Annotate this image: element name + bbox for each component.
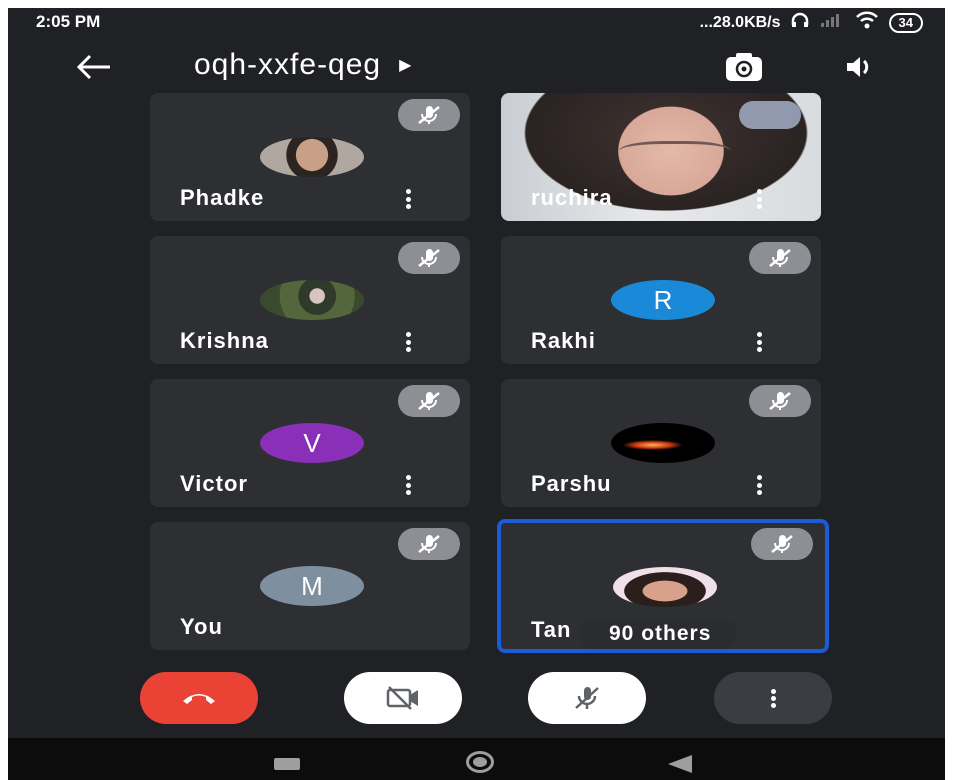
more-options-button[interactable] — [714, 672, 832, 724]
avatar-photo — [260, 280, 364, 320]
mic-off-icon — [575, 687, 599, 709]
participant-name: Krishna — [180, 328, 269, 353]
signal-icon — [819, 13, 845, 32]
participant-name: Tan — [531, 617, 572, 642]
participant-tile-ruchira[interactable]: ruchira — [501, 93, 821, 221]
wifi-icon — [855, 11, 879, 34]
headphone-icon — [791, 12, 809, 33]
network-speed: ...28.0KB/s — [699, 13, 781, 31]
avatar-photo — [611, 423, 715, 463]
mic-off-icon — [398, 242, 460, 274]
recents-icon[interactable] — [274, 758, 300, 770]
more-vert-icon[interactable] — [406, 475, 412, 495]
mic-off-icon — [749, 242, 811, 274]
status-time: 2:05 PM — [36, 12, 101, 31]
participant-name: Parshu — [531, 471, 612, 496]
mic-off-icon — [398, 528, 460, 560]
nav-back-icon[interactable] — [668, 755, 692, 773]
avatar-initial: V — [260, 423, 364, 463]
participant-tile-parshu[interactable]: Parshu — [501, 379, 821, 507]
system-nav-bar — [8, 738, 945, 780]
microphone-toggle-button[interactable] — [528, 672, 646, 724]
status-icons: ...28.0KB/s 34 — [700, 11, 923, 34]
camera-toggle-button[interactable] — [344, 672, 462, 724]
meet-app-screen: 2:05 PM ...28.0KB/s 34 oqh-xxfe-qeg ▶ Ph… — [8, 8, 945, 780]
more-vert-icon[interactable] — [757, 332, 763, 352]
participant-tile-you[interactable]: M You — [150, 522, 470, 650]
participant-name: ruchira — [531, 185, 613, 210]
more-vert-icon[interactable] — [757, 189, 763, 209]
status-bar: 2:05 PM ...28.0KB/s 34 — [8, 8, 945, 36]
others-participants-button[interactable]: 90 others — [579, 619, 738, 649]
meeting-title[interactable]: oqh-xxfe-qeg ▶ — [194, 48, 412, 82]
avatar-initial: M — [260, 566, 364, 606]
participant-name: Rakhi — [531, 328, 596, 353]
more-vert-icon[interactable] — [757, 475, 763, 495]
more-vert-icon — [770, 687, 776, 710]
more-vert-icon[interactable] — [406, 332, 412, 352]
mic-off-icon — [398, 99, 460, 131]
avatar-photo — [260, 137, 364, 177]
end-call-icon — [183, 694, 215, 704]
avatar-initial: R — [611, 280, 715, 320]
back-arrow-icon[interactable] — [76, 52, 112, 82]
participant-name: You — [180, 614, 223, 639]
mic-off-icon — [751, 528, 813, 560]
participant-tile-tan[interactable]: Tan 90 others — [497, 519, 829, 653]
speaker-icon[interactable] — [844, 52, 874, 82]
meeting-header: oqh-xxfe-qeg ▶ — [8, 44, 945, 94]
participant-tile-phadke[interactable]: Phadke — [150, 93, 470, 221]
participant-tile-rakhi[interactable]: R Rakhi — [501, 236, 821, 364]
mic-off-icon — [398, 385, 460, 417]
end-call-button[interactable] — [140, 672, 258, 724]
participant-tile-victor[interactable]: V Victor — [150, 379, 470, 507]
more-vert-icon[interactable] — [406, 189, 412, 209]
mic-off-icon — [749, 385, 811, 417]
participant-name: Victor — [180, 471, 248, 496]
home-icon[interactable] — [466, 751, 494, 773]
participant-tile-krishna[interactable]: Krishna — [150, 236, 470, 364]
play-arrow-icon: ▶ — [399, 57, 413, 74]
switch-camera-icon[interactable] — [722, 50, 766, 84]
avatar-photo — [613, 567, 717, 607]
participant-name: Phadke — [180, 185, 265, 210]
meeting-code: oqh-xxfe-qeg — [194, 48, 382, 81]
battery-indicator: 34 — [888, 12, 923, 33]
camera-off-icon — [386, 686, 418, 710]
